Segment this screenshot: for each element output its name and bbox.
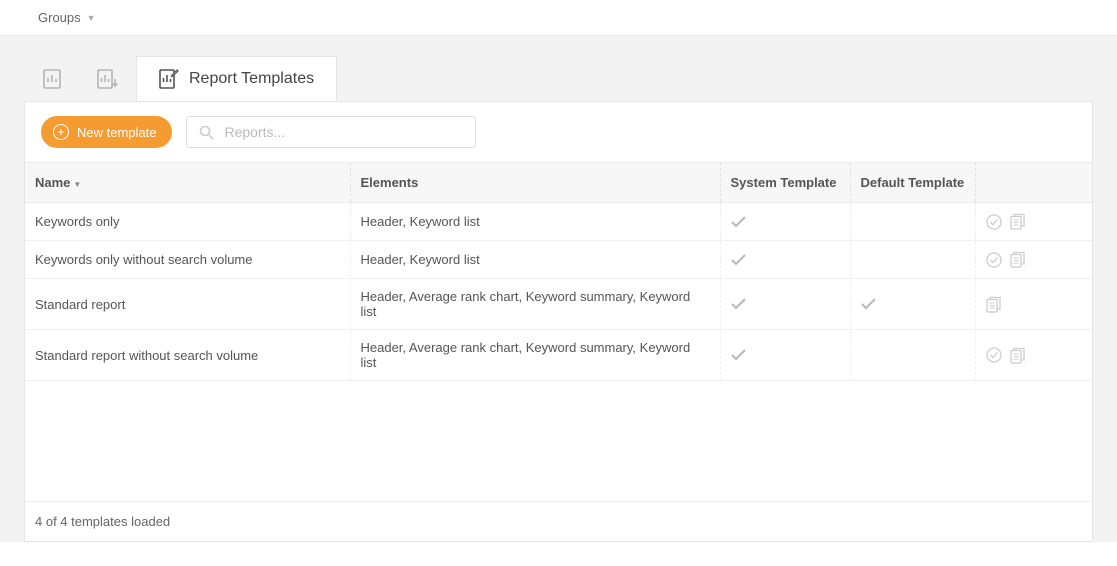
sort-desc-icon: ▼ [73,180,81,189]
approve-icon[interactable] [986,252,1002,268]
check-icon [861,298,876,310]
search-input[interactable] [224,124,463,140]
new-template-label: New template [77,125,156,140]
cell-name: Keywords only [25,203,350,241]
cell-default [850,241,975,279]
cell-default [850,203,975,241]
tab-label: Report Templates [189,70,314,88]
cell-actions [975,279,1092,330]
cell-actions [975,330,1092,381]
report-icon [43,69,61,89]
cell-system [720,279,850,330]
copy-icon[interactable] [1010,347,1026,364]
toolbar: + New template [25,102,1092,162]
search-icon [199,125,214,140]
tab-report-icon-1[interactable] [24,57,80,101]
table-footer: 4 of 4 templates loaded [25,501,1092,541]
header-default[interactable]: Default Template [850,163,975,203]
cell-elements: Header, Average rank chart, Keyword summ… [350,279,720,330]
cell-default [850,330,975,381]
approve-icon[interactable] [986,214,1002,230]
cell-system [720,203,850,241]
check-icon [731,298,746,310]
copy-icon[interactable] [1010,213,1026,230]
cell-system [720,330,850,381]
cell-name: Standard report without search volume [25,330,350,381]
content-area: Report Templates + New template Na [0,36,1117,542]
check-icon [731,216,746,228]
header-name[interactable]: Name▼ [25,163,350,203]
cell-actions [975,241,1092,279]
top-bar: Groups ▼ [0,0,1117,36]
copy-icon[interactable] [986,296,1002,313]
tabs-row: Report Templates [0,56,1117,101]
groups-label: Groups [38,10,81,25]
cell-system [720,241,850,279]
table-row[interactable]: Keywords onlyHeader, Keyword list [25,203,1092,241]
empty-space [25,381,1092,501]
header-elements[interactable]: Elements [350,163,720,203]
groups-dropdown[interactable]: Groups ▼ [38,10,96,25]
header-actions [975,163,1092,203]
cell-name: Standard report [25,279,350,330]
tab-report-templates[interactable]: Report Templates [136,56,337,101]
cell-elements: Header, Keyword list [350,241,720,279]
copy-icon[interactable] [1010,251,1026,268]
cell-default [850,279,975,330]
report-edit-icon [159,69,179,89]
cell-actions [975,203,1092,241]
approve-icon[interactable] [986,347,1002,363]
report-download-icon [97,69,119,89]
plus-icon: + [53,124,69,140]
tab-report-download-icon[interactable] [80,57,136,101]
check-icon [731,254,746,266]
cell-name: Keywords only without search volume [25,241,350,279]
header-system[interactable]: System Template [720,163,850,203]
table-row[interactable]: Standard report without search volumeHea… [25,330,1092,381]
cell-elements: Header, Keyword list [350,203,720,241]
table-row[interactable]: Keywords only without search volumeHeade… [25,241,1092,279]
cell-elements: Header, Average rank chart, Keyword summ… [350,330,720,381]
panel: + New template Name▼ Elements System [24,101,1093,542]
templates-table: Name▼ Elements System Template Default T… [25,162,1092,381]
table-row[interactable]: Standard reportHeader, Average rank char… [25,279,1092,330]
check-icon [731,349,746,361]
chevron-down-icon: ▼ [87,13,96,23]
search-box[interactable] [186,116,476,148]
new-template-button[interactable]: + New template [41,116,172,148]
